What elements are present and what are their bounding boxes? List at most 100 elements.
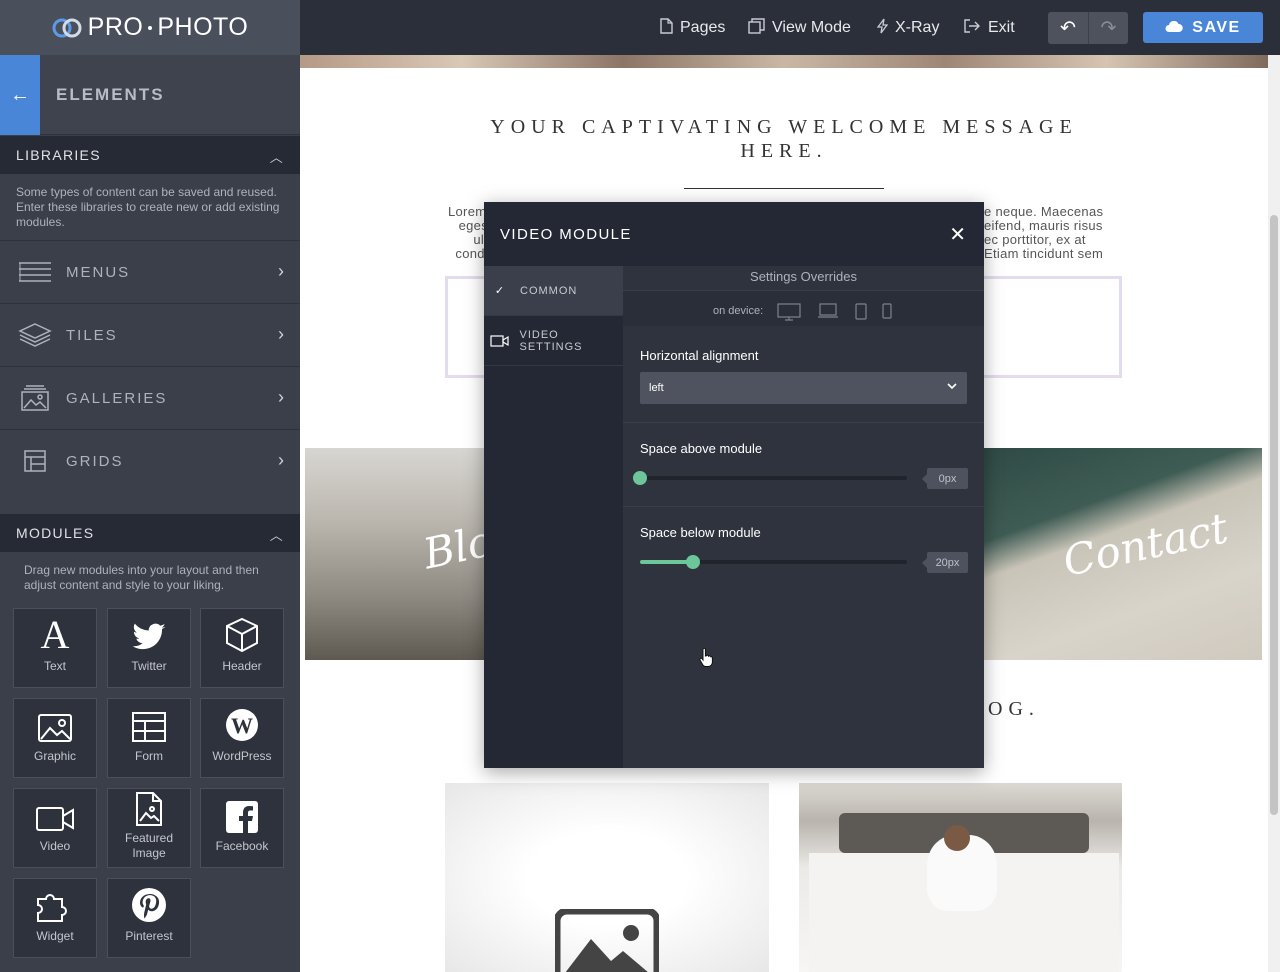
dialog-body: Settings Overrides on device: Horizontal… xyxy=(623,266,984,768)
library-item-tiles[interactable]: TILES › xyxy=(0,303,300,366)
logo-text-left: PRO xyxy=(87,13,144,41)
close-icon[interactable]: ✕ xyxy=(949,222,966,247)
module-twitter[interactable]: Twitter xyxy=(107,608,191,688)
desktop-icon[interactable] xyxy=(777,303,801,326)
save-label: SAVE xyxy=(1192,18,1241,36)
chevron-right-icon: › xyxy=(278,450,286,470)
slider-fill xyxy=(640,560,694,564)
welcome-heading: YOUR CAPTIVATING WELCOME MESSAGE HERE. xyxy=(490,116,1078,162)
modules-section-header[interactable]: MODULES ︿ xyxy=(0,514,300,552)
module-wordpress[interactable]: W WordPress xyxy=(200,698,284,778)
tab-common[interactable]: ✓ COMMON xyxy=(484,266,623,316)
library-item-menus[interactable]: MENUS › xyxy=(0,240,300,303)
chevron-down-icon xyxy=(947,381,957,393)
phone-icon[interactable] xyxy=(882,303,892,324)
slider-handle[interactable] xyxy=(686,555,701,569)
module-graphic[interactable]: Graphic xyxy=(13,698,97,778)
grids-icon xyxy=(17,446,53,476)
elements-sidebar: ← ELEMENTS LIBRARIES ︿ Some types of con… xyxy=(0,55,300,972)
history-controls: ↶ ↷ xyxy=(1048,12,1128,44)
video-icon xyxy=(14,789,96,833)
logo-dot xyxy=(148,25,153,30)
contact-tile-image[interactable]: Contact xyxy=(984,448,1262,660)
module-label: Facebook xyxy=(215,839,269,853)
redo-icon[interactable]: ↷ xyxy=(1088,12,1128,44)
blog-tile-image[interactable]: Blog xyxy=(305,448,485,660)
prophoto-logo[interactable]: PRO PHOTO xyxy=(0,0,300,55)
space-below-value[interactable]: 20px xyxy=(922,552,968,573)
tab-label: COMMON xyxy=(520,284,578,297)
dialog-title: VIDEO MODULE xyxy=(500,226,632,243)
facebook-icon xyxy=(201,789,283,833)
libraries-description: Some types of content can be saved and r… xyxy=(16,185,280,229)
library-item-label: MENUS xyxy=(66,263,131,281)
view-mode-link[interactable]: View Mode xyxy=(748,0,851,55)
lorem-text-right: e neque. Maecenas eifend, mauris risus e… xyxy=(984,205,1124,261)
space-below-slider[interactable] xyxy=(640,555,907,569)
undo-icon[interactable]: ↶ xyxy=(1048,12,1088,44)
blog-heading: OG. xyxy=(988,698,1040,720)
module-featured-image[interactable]: Featured Image xyxy=(107,788,191,868)
lorem-line: condi xyxy=(455,246,488,261)
post-thumbnail-photo[interactable] xyxy=(799,783,1122,972)
space-above-label: Space above module xyxy=(640,441,763,456)
view-mode-label: View Mode xyxy=(772,18,851,36)
check-icon: ✓ xyxy=(494,285,506,297)
module-widget[interactable]: Widget xyxy=(13,878,97,958)
page-scrollbar[interactable] xyxy=(1268,55,1280,972)
laptop-icon[interactable] xyxy=(817,303,839,324)
lorem-line: ec porttitor, ex at xyxy=(984,232,1086,247)
module-header[interactable]: Header xyxy=(200,608,284,688)
lorem-line: Lorem xyxy=(448,204,487,219)
chevron-up-icon: ︿ xyxy=(269,528,284,543)
lorem-line: e neque. Maecenas xyxy=(984,204,1104,219)
svg-text:W: W xyxy=(231,713,253,738)
libraries-heading: LIBRARIES xyxy=(16,147,101,163)
modules-heading: MODULES xyxy=(16,525,95,541)
twitter-icon xyxy=(108,609,190,653)
lightning-icon xyxy=(876,18,889,38)
on-device-label: on device: xyxy=(713,305,764,317)
tiles-icon xyxy=(17,320,53,350)
modules-description: Drag new modules into your layout and th… xyxy=(24,563,259,592)
chevron-right-icon: › xyxy=(278,261,286,281)
tab-label: VIDEO SETTINGS xyxy=(519,328,583,353)
pages-link[interactable]: Pages xyxy=(660,0,725,55)
pages-label: Pages xyxy=(680,18,726,36)
module-label: Graphic xyxy=(33,749,77,763)
scrollbar-thumb[interactable] xyxy=(1270,215,1278,815)
galleries-icon xyxy=(17,383,53,413)
back-arrow-icon[interactable]: ← xyxy=(0,55,40,135)
library-item-grids[interactable]: GRIDS › xyxy=(0,429,300,492)
module-label: Text xyxy=(43,659,66,673)
image-placeholder-icon xyxy=(555,909,659,972)
tab-video-settings[interactable]: VIDEO SETTINGS xyxy=(484,316,623,366)
xray-link[interactable]: X-Ray xyxy=(876,0,939,55)
library-item-galleries[interactable]: GALLERIES › xyxy=(0,366,300,429)
save-button[interactable]: SAVE xyxy=(1143,12,1263,43)
module-video[interactable]: Video xyxy=(13,788,97,868)
libraries-section-header[interactable]: LIBRARIES ︿ xyxy=(0,136,300,174)
divider xyxy=(623,422,984,423)
heading-divider xyxy=(684,188,884,189)
horizontal-alignment-select[interactable]: left xyxy=(640,372,967,404)
module-facebook[interactable]: Facebook xyxy=(200,788,284,868)
post-thumbnail-placeholder[interactable] xyxy=(445,783,769,972)
space-above-slider[interactable] xyxy=(633,471,907,485)
text-icon: A xyxy=(40,612,70,657)
space-below-label: Space below module xyxy=(640,525,761,540)
slider-handle[interactable] xyxy=(633,471,647,485)
module-form[interactable]: Form xyxy=(107,698,191,778)
tablet-icon[interactable] xyxy=(855,303,867,325)
module-label: Form xyxy=(135,749,163,763)
pinterest-icon xyxy=(108,879,190,923)
person-head xyxy=(944,825,970,851)
cloud-icon xyxy=(1165,20,1184,36)
space-above-value[interactable]: 0px xyxy=(922,468,968,489)
module-pinterest[interactable]: Pinterest xyxy=(107,878,191,958)
exit-link[interactable]: Exit xyxy=(963,0,1015,55)
module-text[interactable]: A Text xyxy=(13,608,97,688)
menus-icon xyxy=(17,257,53,287)
module-label: Widget xyxy=(36,929,74,943)
device-override-row: on device: xyxy=(623,290,984,326)
